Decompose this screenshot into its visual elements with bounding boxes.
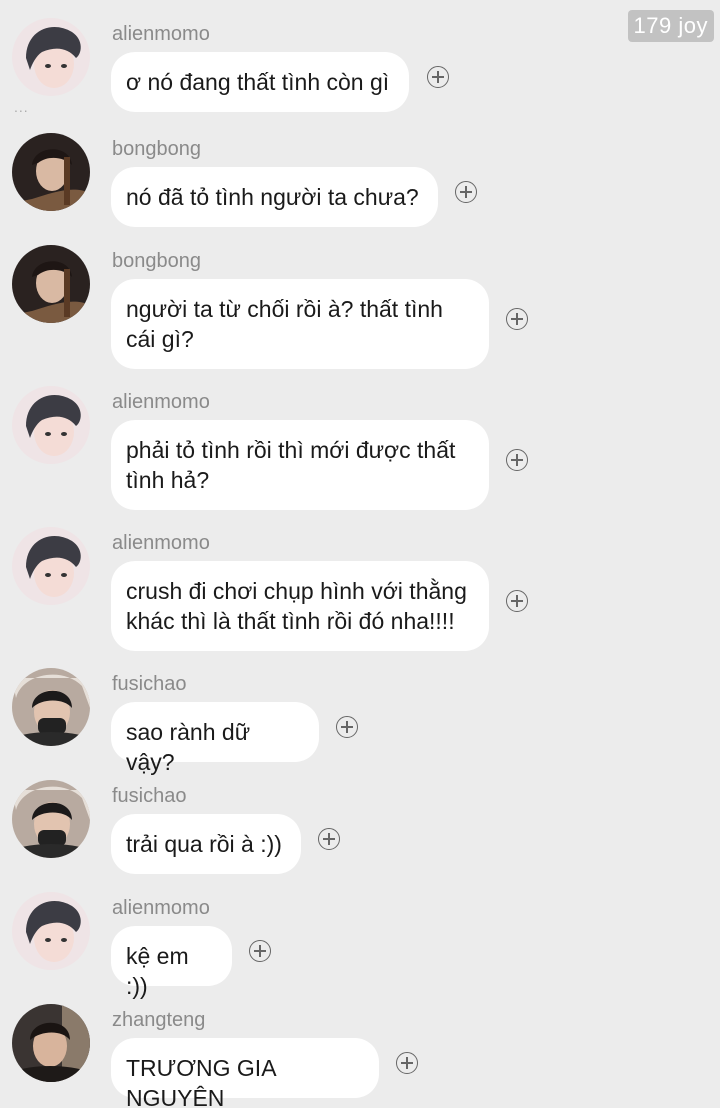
add-reaction-icon[interactable] xyxy=(506,308,528,330)
add-reaction-icon[interactable] xyxy=(427,66,449,88)
message-text: sao rành dữ vậy? xyxy=(126,719,251,775)
message-bubble[interactable]: TRƯƠNG GIA NGUYÊN xyxy=(111,1038,379,1111)
avatar-bongbong[interactable] xyxy=(12,133,90,211)
username: alienmomo xyxy=(112,23,210,45)
message-text: TRƯƠNG GIA NGUYÊN xyxy=(126,1055,276,1111)
message-text: người ta từ chối rồi à? thất tình cái gì… xyxy=(126,296,443,352)
username: fusichao xyxy=(112,673,187,695)
add-reaction-icon[interactable] xyxy=(249,940,271,962)
avatar-alienmomo[interactable] xyxy=(12,527,90,605)
username: alienmomo xyxy=(112,897,210,919)
message-bubble[interactable]: ơ nó đang thất tình còn gì xyxy=(111,52,409,112)
username: bongbong xyxy=(112,138,201,160)
message-bubble[interactable]: phải tỏ tình rồi thì mới được thất tình … xyxy=(111,420,489,510)
bottom-divider xyxy=(0,1108,720,1115)
username: fusichao xyxy=(112,785,187,807)
message-bubble[interactable]: nó đã tỏ tình người ta chưa? xyxy=(111,167,438,227)
message-bubble[interactable]: trải qua rồi à :)) xyxy=(111,814,301,874)
typing-dots: ... xyxy=(14,99,29,115)
add-reaction-icon[interactable] xyxy=(336,716,358,738)
avatar-alienmomo[interactable] xyxy=(12,18,90,96)
add-reaction-icon[interactable] xyxy=(455,181,477,203)
avatar-fusichao[interactable] xyxy=(12,780,90,858)
add-reaction-icon[interactable] xyxy=(318,828,340,850)
message-bubble[interactable]: sao rành dữ vậy? xyxy=(111,702,319,775)
message-bubble[interactable]: kệ em :)) xyxy=(111,926,232,999)
avatar-bongbong[interactable] xyxy=(12,245,90,323)
watermark: 179 joy xyxy=(627,10,714,42)
username: alienmomo xyxy=(112,391,210,413)
add-reaction-icon[interactable] xyxy=(506,449,528,471)
message-bubble[interactable]: crush đi chơi chụp hình với thằng khác t… xyxy=(111,561,489,651)
avatar-alienmomo[interactable] xyxy=(12,892,90,970)
message-text: trải qua rồi à :)) xyxy=(126,831,282,857)
message-text: ơ nó đang thất tình còn gì xyxy=(126,69,390,95)
avatar-zhangteng[interactable] xyxy=(12,1004,90,1082)
avatar-fusichao[interactable] xyxy=(12,668,90,746)
add-reaction-icon[interactable] xyxy=(396,1052,418,1074)
username: alienmomo xyxy=(112,532,210,554)
message-text: phải tỏ tình rồi thì mới được thất tình … xyxy=(126,437,456,493)
add-reaction-icon[interactable] xyxy=(506,590,528,612)
message-text: kệ em :)) xyxy=(126,943,189,999)
message-text: crush đi chơi chụp hình với thằng khác t… xyxy=(126,578,467,634)
username: bongbong xyxy=(112,250,201,272)
avatar-alienmomo[interactable] xyxy=(12,386,90,464)
username: zhangteng xyxy=(112,1009,206,1031)
message-text: nó đã tỏ tình người ta chưa? xyxy=(126,184,419,210)
message-bubble[interactable]: người ta từ chối rồi à? thất tình cái gì… xyxy=(111,279,489,369)
